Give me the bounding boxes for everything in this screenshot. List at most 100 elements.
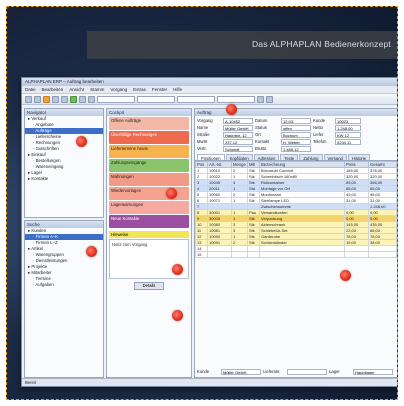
field-label: Kunde bbox=[313, 118, 326, 123]
cockpit-card[interactable]: Wiedervorlagen bbox=[109, 187, 189, 200]
footer-label: Kunde bbox=[197, 369, 210, 374]
menu-item[interactable]: Datei bbox=[25, 87, 36, 92]
cockpit-card[interactable]: Lagerwarnungen bbox=[109, 201, 189, 214]
forward-icon[interactable] bbox=[34, 95, 41, 103]
detail-tabs: Positionen Kopfdaten Adressen Texte Zahlung V… bbox=[195, 154, 397, 161]
cockpit-card[interactable]: Überfällige Rechnungen bbox=[109, 131, 189, 144]
field-value[interactable]: offen bbox=[281, 125, 311, 131]
field-value[interactable]: H. Weber bbox=[281, 139, 311, 145]
field-value[interactable]: Hauptstr. 12 bbox=[223, 132, 253, 138]
field-label: Ort bbox=[255, 132, 261, 137]
menu-item[interactable]: Vorgang bbox=[110, 87, 127, 92]
app-window: ALPHAPLAN ERP – Auftrag bearbeiten Datei… bbox=[21, 77, 397, 387]
callout-dot-explorer bbox=[86, 246, 97, 257]
field-value[interactable]: Müller GmbH bbox=[223, 125, 253, 131]
memo-label: Notiz zum Vorgang bbox=[112, 242, 148, 247]
table-cell bbox=[344, 251, 369, 258]
layout-field[interactable] bbox=[217, 95, 255, 103]
status-bar: Bereit bbox=[22, 378, 397, 386]
field-label: Straße bbox=[197, 132, 210, 137]
field-label: Telefon bbox=[313, 139, 327, 144]
field-value[interactable]: 237,12 bbox=[223, 139, 253, 145]
footer-value[interactable] bbox=[287, 369, 327, 375]
save-icon[interactable] bbox=[52, 95, 59, 103]
cockpit-card[interactable]: Zahlungseingänge bbox=[109, 159, 189, 172]
field-label: Vertr. bbox=[197, 146, 207, 151]
cockpit-card[interactable]: Liefertermine heute bbox=[109, 145, 189, 158]
field-label: Vorgang bbox=[197, 118, 213, 123]
header-form: Vorgang A-10452 Datum 12.03. Kunde 10023 Name M… bbox=[195, 116, 397, 154]
field-value[interactable]: 10023 bbox=[335, 118, 361, 124]
refresh-icon[interactable] bbox=[70, 95, 77, 103]
callout-dot-cockpit bbox=[166, 188, 177, 199]
explorer-header: Suche bbox=[25, 221, 103, 228]
filter-icon[interactable] bbox=[88, 95, 95, 103]
window-title: ALPHAPLAN ERP – Auftrag bearbeiten bbox=[22, 78, 397, 86]
table-cell bbox=[231, 251, 248, 258]
tab-texte[interactable]: Texte bbox=[280, 154, 299, 161]
navigator-header: Navigator bbox=[25, 109, 103, 116]
toolbar bbox=[22, 94, 397, 105]
table-cell bbox=[247, 251, 260, 258]
navigator-item[interactable]: ▸ Kontakte bbox=[25, 176, 103, 182]
field-label: Netto bbox=[313, 125, 324, 130]
field-value[interactable]: 1.248,00 bbox=[335, 125, 361, 131]
tab-historie[interactable]: Historie bbox=[347, 154, 371, 161]
menu-item[interactable]: Stamm bbox=[90, 87, 104, 92]
footer-label: Lager bbox=[329, 369, 340, 374]
tab-adressen[interactable]: Adressen bbox=[253, 154, 280, 161]
field-value[interactable]: KW 12 bbox=[335, 132, 361, 138]
view-field[interactable] bbox=[177, 95, 215, 103]
positions-table: Pos Art.-Nr. Menge ME Bezeichnung Preis Gesamt… bbox=[195, 161, 397, 258]
column-header[interactable]: Menge bbox=[231, 161, 248, 168]
settings-icon[interactable] bbox=[257, 95, 264, 103]
table-cell bbox=[207, 251, 232, 258]
field-label: Name bbox=[197, 125, 209, 130]
field-label: Datum bbox=[255, 118, 268, 123]
menu-item[interactable]: Fenster bbox=[152, 87, 167, 92]
field-value[interactable]: A-10452 bbox=[223, 118, 253, 124]
cockpit-card[interactable]: Neue Kontakte bbox=[109, 215, 189, 228]
cockpit-card[interactable]: Offene Aufträge bbox=[109, 117, 189, 130]
table-cell bbox=[368, 251, 397, 258]
help-icon[interactable] bbox=[266, 95, 273, 103]
tab-versand[interactable]: Versand bbox=[323, 154, 347, 161]
field-label: MwSt bbox=[197, 139, 208, 144]
menu-item[interactable]: Extras bbox=[133, 87, 146, 92]
field-value[interactable]: 0234 11 bbox=[335, 139, 361, 145]
detail-panel: Auftrag Vorgang A-10452 Datum 12.03. Kunde 10… bbox=[194, 108, 397, 378]
navigator-tree: ▸ Verkauf · Angebote · Aufträge · Liefersch… bbox=[25, 116, 103, 182]
navigator-panel: Navigator ▸ Verkauf · Angebote · Aufträge ·… bbox=[24, 108, 104, 218]
field-value[interactable]: 1.485,12 bbox=[281, 146, 311, 152]
search-icon[interactable] bbox=[79, 95, 86, 103]
footer-value[interactable]: Hauptlager bbox=[353, 369, 393, 375]
field-label: Status bbox=[255, 125, 267, 130]
details-button[interactable]: Details bbox=[134, 282, 164, 290]
menu-item[interactable]: Ansicht bbox=[69, 87, 84, 92]
table-cell: 15 bbox=[195, 251, 208, 258]
menu-item[interactable]: Bearbeiten bbox=[42, 87, 64, 92]
tab-positionen[interactable]: Positionen bbox=[197, 154, 225, 161]
quick-search-input[interactable] bbox=[97, 95, 135, 103]
callout-dot-notes bbox=[172, 264, 183, 275]
callout-dot-memo bbox=[172, 310, 183, 321]
new-document-icon[interactable] bbox=[43, 95, 50, 103]
table-cell bbox=[259, 251, 345, 258]
field-value[interactable]: Schmidt bbox=[223, 146, 253, 152]
tab-kopfdaten[interactable]: Kopfdaten bbox=[225, 154, 253, 161]
selection-field[interactable] bbox=[137, 95, 175, 103]
cockpit-card[interactable]: Mahnungen bbox=[109, 173, 189, 186]
callout-dot-navigator bbox=[76, 136, 87, 147]
field-label: Brutto bbox=[255, 146, 267, 151]
table-body: 1 10010 2 Stk Bürostuhl Comfort 189,00 378,00 2… bbox=[195, 167, 397, 258]
table-row[interactable]: 15 bbox=[195, 251, 397, 258]
banner-text: Das ALPHAPLAN Bedienerkonzept bbox=[251, 39, 391, 49]
footer-value[interactable]: Müller GmbH bbox=[221, 369, 261, 375]
field-value[interactable]: Bochum bbox=[281, 132, 311, 138]
tab-zahlung[interactable]: Zahlung bbox=[299, 154, 323, 161]
field-value[interactable]: 12.03. bbox=[281, 118, 311, 124]
print-icon[interactable] bbox=[61, 95, 68, 103]
explorer-item[interactable]: · Aufgaben bbox=[25, 282, 103, 288]
menu-item[interactable]: Hilfe bbox=[173, 87, 182, 92]
back-icon[interactable] bbox=[25, 95, 32, 103]
